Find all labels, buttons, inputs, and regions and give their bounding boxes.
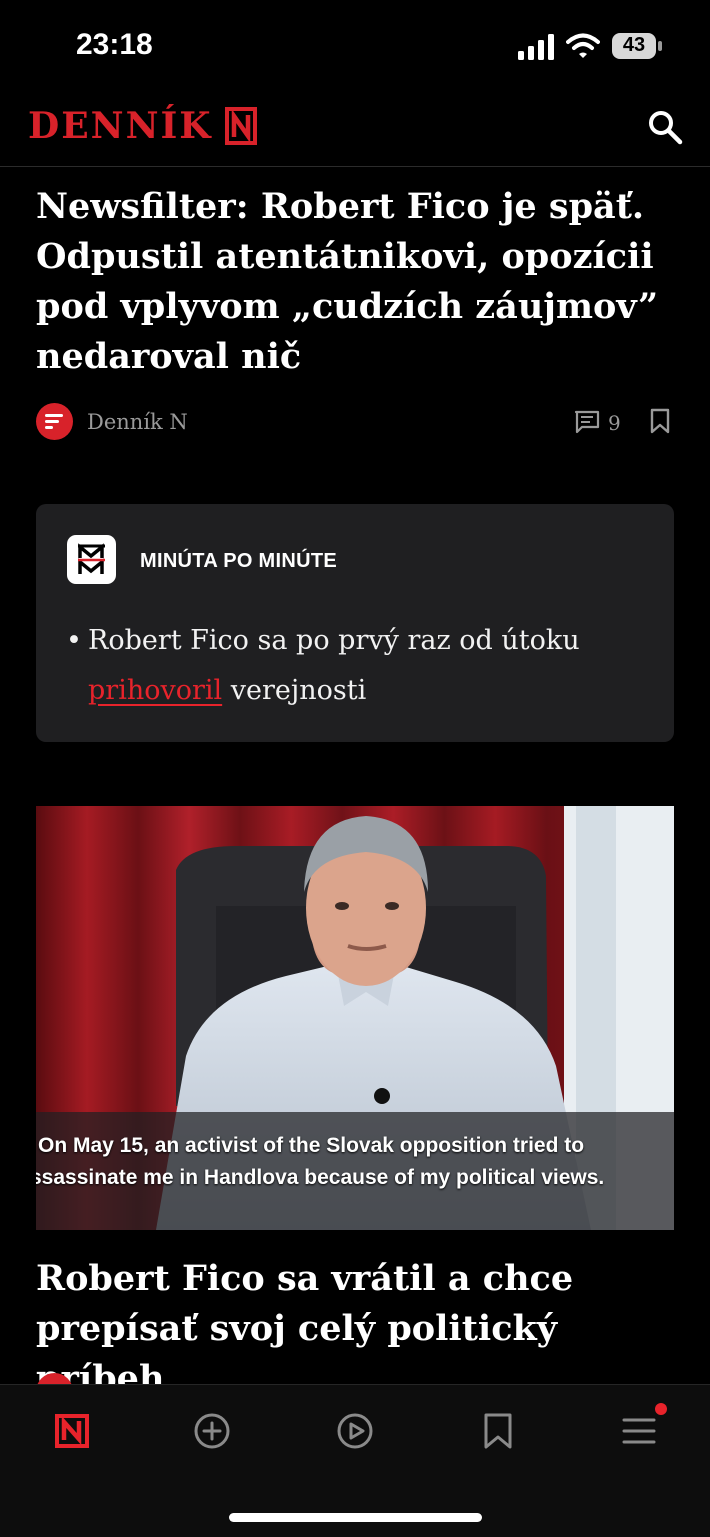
bookmark-icon[interactable]	[650, 408, 670, 434]
denník-n-logo[interactable]: DENNÍK	[28, 105, 259, 147]
live-item-text-end: verejnosti	[230, 675, 367, 706]
author-name: Denník N	[87, 410, 188, 434]
bullet: •	[66, 625, 82, 656]
live-section-title: MINÚTA PO MINÚTE	[140, 550, 338, 572]
status-bar: 23:18 43	[0, 0, 710, 90]
status-time: 23:18	[76, 28, 153, 61]
live-item-text: Robert Fico sa po prvý raz od útoku	[88, 625, 580, 656]
battery-level: 43	[622, 34, 646, 56]
comments-icon[interactable]	[574, 410, 600, 434]
live-update-item[interactable]: • Robert Fico sa po prvý raz od útoku pr…	[66, 616, 648, 716]
add-icon[interactable]	[192, 1411, 232, 1451]
wifi-icon	[566, 33, 600, 58]
image-caption-line: On May 15, an activist of the Slovak opp…	[38, 1134, 585, 1157]
article-image[interactable]: On May 15, an activist of the Slovak opp…	[36, 806, 674, 1230]
battery-icon: 43	[612, 33, 662, 59]
app-header: DENNÍK	[0, 90, 710, 167]
bottom-tab-bar	[0, 1384, 710, 1537]
author-avatar	[36, 403, 73, 440]
comments-count[interactable]: 9	[608, 411, 621, 435]
bookmark-icon[interactable]	[478, 1411, 518, 1451]
play-icon[interactable]	[335, 1411, 375, 1451]
live-item-link[interactable]: prihovoril	[88, 675, 222, 706]
denník-n-logo-icon	[224, 107, 257, 145]
article-headline[interactable]: Newsfilter: Robert Fico je späť. Odpusti…	[36, 182, 676, 382]
minuta-po-minute-logo-icon	[67, 535, 116, 584]
cellular-signal-icon	[518, 34, 554, 60]
home-n-icon[interactable]	[52, 1411, 92, 1451]
search-icon[interactable]	[646, 108, 684, 146]
live-updates-card[interactable]: MINÚTA PO MINÚTE • Robert Fico sa po prv…	[36, 504, 674, 742]
article-meta: Denník N 9	[36, 402, 674, 442]
menu-icon[interactable]	[619, 1411, 659, 1451]
logo-text: DENNÍK	[28, 105, 213, 147]
image-caption-line: ssassinate me in Handlova because of my …	[36, 1166, 605, 1189]
menu-notification-badge	[655, 1403, 667, 1415]
home-indicator[interactable]	[229, 1513, 482, 1522]
